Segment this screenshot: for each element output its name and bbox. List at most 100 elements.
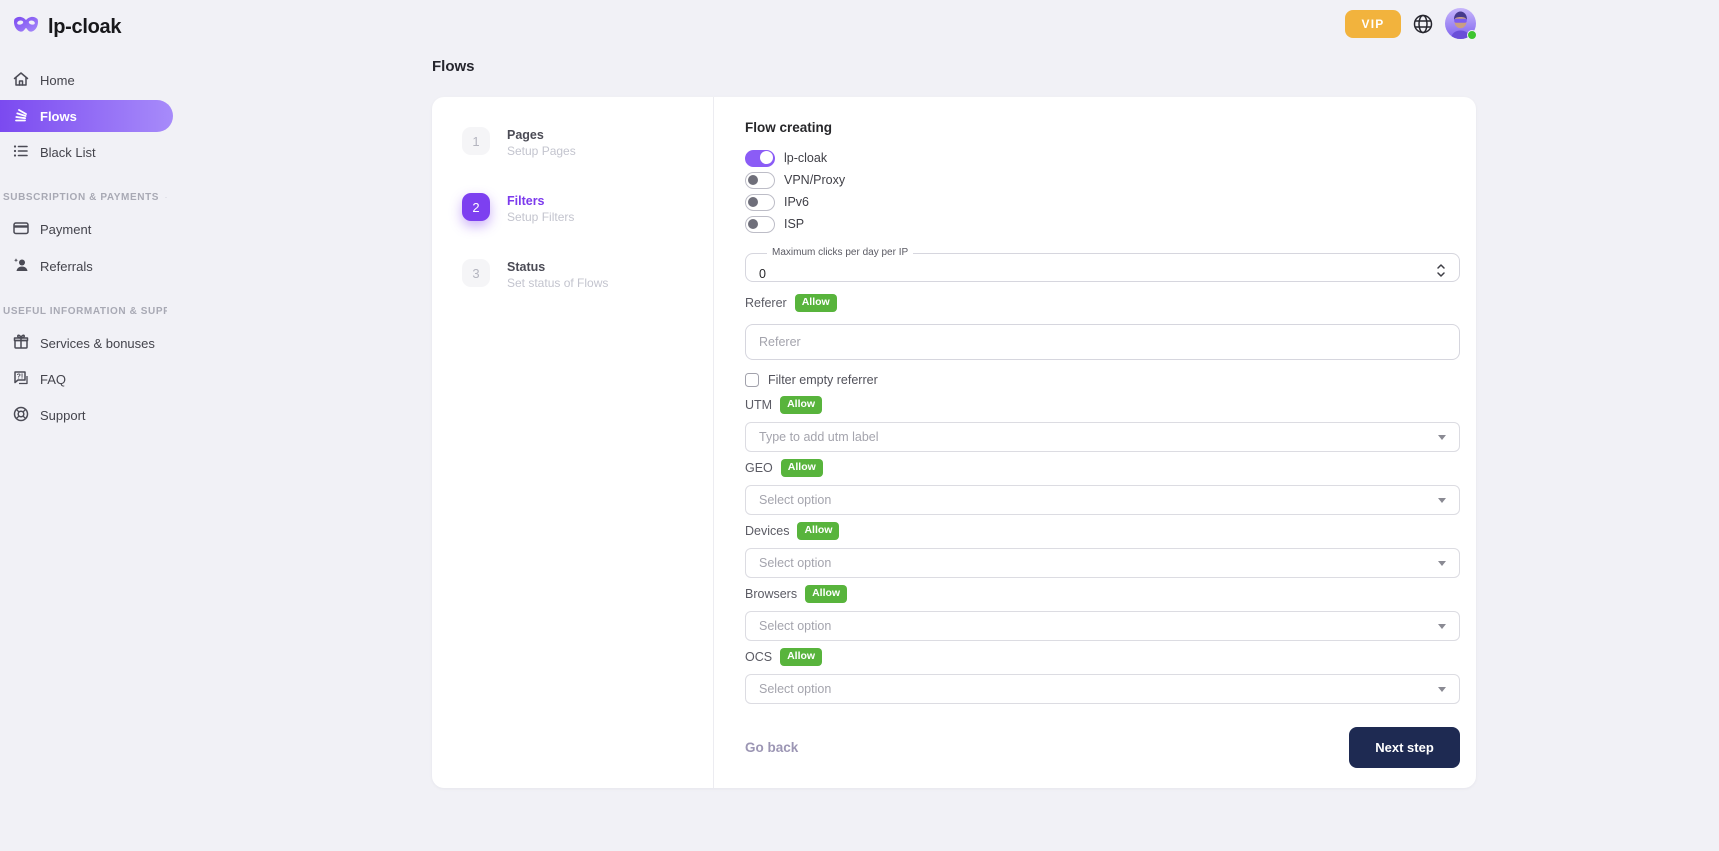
step-title: Pages <box>507 127 576 143</box>
flows-stack-icon <box>12 106 30 127</box>
toggle-row-lp-cloak: lp-cloak <box>745 149 1460 167</box>
checkbox-label: Filter empty referrer <box>768 373 878 387</box>
geo-allow-badge[interactable]: Allow <box>781 459 823 477</box>
step-filters[interactable]: 2 Filters Setup Filters <box>462 193 713 225</box>
step-pages[interactable]: 1 Pages Setup Pages <box>462 127 713 159</box>
brand-logo[interactable]: lp-cloak <box>12 12 173 42</box>
toggle-row-vpn-proxy: VPN/Proxy <box>745 171 1460 189</box>
credit-card-icon <box>12 219 30 240</box>
sidebar-item-flows[interactable]: Flows <box>0 100 173 132</box>
browsers-select[interactable]: Select option <box>745 611 1460 641</box>
sidebar-section-payments: SUBSCRIPTION & PAYMENTS <box>3 192 167 203</box>
form-title: Flow creating <box>745 120 1460 135</box>
geo-label-row: GEO Allow <box>745 458 1460 478</box>
utm-label: UTM <box>745 398 772 412</box>
faq-bubble-icon: ?! <box>12 369 30 390</box>
devices-select[interactable]: Select option <box>745 548 1460 578</box>
step-status[interactable]: 3 Status Set status of Flows <box>462 259 713 291</box>
sidebar-item-label: Home <box>40 73 75 88</box>
step-subtitle: Set status of Flows <box>507 275 608 291</box>
sidebar-item-label: Payment <box>40 222 91 237</box>
browsers-label: Browsers <box>745 587 797 601</box>
toggle-label: ISP <box>784 217 804 231</box>
main-content: Flows 1 Pages Setup Pages 2 Filters Setu… <box>432 0 1476 788</box>
referral-user-icon <box>12 256 30 277</box>
toggle-label: VPN/Proxy <box>784 173 845 187</box>
toggle-knob <box>748 197 758 207</box>
devices-label: Devices <box>745 524 789 538</box>
mask-icon <box>12 14 40 41</box>
sidebar-item-label: Support <box>40 408 86 423</box>
lp-cloak-toggle[interactable] <box>745 150 775 167</box>
step-subtitle: Setup Filters <box>507 209 574 225</box>
toggle-label: lp-cloak <box>784 151 827 165</box>
devices-allow-badge[interactable]: Allow <box>797 522 839 540</box>
ocs-label-row: OCS Allow <box>745 647 1460 667</box>
vpn-proxy-toggle[interactable] <box>745 172 775 189</box>
step-title: Filters <box>507 193 574 209</box>
geo-placeholder: Select option <box>759 493 831 507</box>
isp-toggle[interactable] <box>745 216 775 233</box>
sidebar-item-payment[interactable]: Payment <box>0 213 173 245</box>
sidebar-item-referrals[interactable]: Referrals <box>0 250 173 282</box>
home-icon <box>12 70 30 91</box>
go-back-button[interactable]: Go back <box>745 740 798 755</box>
geo-label: GEO <box>745 461 773 475</box>
sidebar-item-black-list[interactable]: Black List <box>0 136 173 168</box>
browsers-placeholder: Select option <box>759 619 831 633</box>
utm-label-row: UTM Allow <box>745 395 1460 415</box>
ocs-select[interactable]: Select option <box>745 674 1460 704</box>
form-footer: Go back Next step <box>745 727 1460 768</box>
ocs-allow-badge[interactable]: Allow <box>780 648 822 666</box>
wizard-steps: 1 Pages Setup Pages 2 Filters Setup Filt… <box>432 97 713 788</box>
utm-placeholder: Type to add utm label <box>759 430 879 444</box>
number-stepper-icon[interactable] <box>1435 262 1447 284</box>
referer-label: Referer <box>745 296 787 310</box>
sidebar-item-home[interactable]: Home <box>0 64 173 96</box>
sidebar-item-label: Flows <box>40 109 77 124</box>
devices-placeholder: Select option <box>759 556 831 570</box>
browsers-label-row: Browsers Allow <box>745 584 1460 604</box>
sidebar-section-support: USEFUL INFORMATION & SUPPORT <box>3 306 167 317</box>
sidebar-item-support[interactable]: Support <box>0 399 173 431</box>
sidebar-item-faq[interactable]: ?! FAQ <box>0 363 173 395</box>
brand-name: lp-cloak <box>48 16 121 39</box>
sidebar-item-label: FAQ <box>40 372 66 387</box>
ipv6-toggle[interactable] <box>745 194 775 211</box>
chevron-down-icon <box>1438 687 1446 692</box>
utm-select[interactable]: Type to add utm label <box>745 422 1460 452</box>
geo-select[interactable]: Select option <box>745 485 1460 515</box>
max-clicks-label: Maximum clicks per day per IP <box>767 248 913 258</box>
sidebar: lp-cloak Home Flows <box>0 0 173 851</box>
toggle-knob <box>760 151 773 164</box>
ocs-placeholder: Select option <box>759 682 831 696</box>
chevron-down-icon <box>1438 561 1446 566</box>
toggle-knob <box>748 175 758 185</box>
sidebar-nav: Home Flows Black List SUBSCRIPTION & PAY… <box>0 64 173 431</box>
ocs-label: OCS <box>745 650 772 664</box>
referer-label-row: Referer Allow <box>745 293 1460 313</box>
chevron-down-icon <box>1438 435 1446 440</box>
toggle-row-ipv6: IPv6 <box>745 193 1460 211</box>
page-title: Flows <box>432 58 1476 75</box>
svg-text:?!: ?! <box>17 373 24 380</box>
chevron-down-icon <box>1438 498 1446 503</box>
filter-empty-referrer-row[interactable]: Filter empty referrer <box>745 371 1460 389</box>
max-clicks-field: Maximum clicks per day per IP <box>745 248 1460 282</box>
step-number: 3 <box>462 259 490 287</box>
list-icon <box>12 142 30 163</box>
browsers-allow-badge[interactable]: Allow <box>805 585 847 603</box>
referer-allow-badge[interactable]: Allow <box>795 294 837 312</box>
utm-allow-badge[interactable]: Allow <box>780 396 822 414</box>
step-number: 1 <box>462 127 490 155</box>
toggle-row-isp: ISP <box>745 215 1460 233</box>
referer-input[interactable] <box>745 324 1460 360</box>
max-clicks-input[interactable] <box>759 263 1436 285</box>
next-step-button[interactable]: Next step <box>1349 727 1460 768</box>
sidebar-item-label: Referrals <box>40 259 93 274</box>
flow-wizard-card: 1 Pages Setup Pages 2 Filters Setup Filt… <box>432 97 1476 788</box>
filters-form: Flow creating lp-cloak VPN/Proxy IPv6 IS… <box>714 97 1476 788</box>
filter-empty-referrer-checkbox[interactable] <box>745 373 759 387</box>
gift-icon <box>12 333 30 354</box>
sidebar-item-services[interactable]: Services & bonuses <box>0 327 173 359</box>
